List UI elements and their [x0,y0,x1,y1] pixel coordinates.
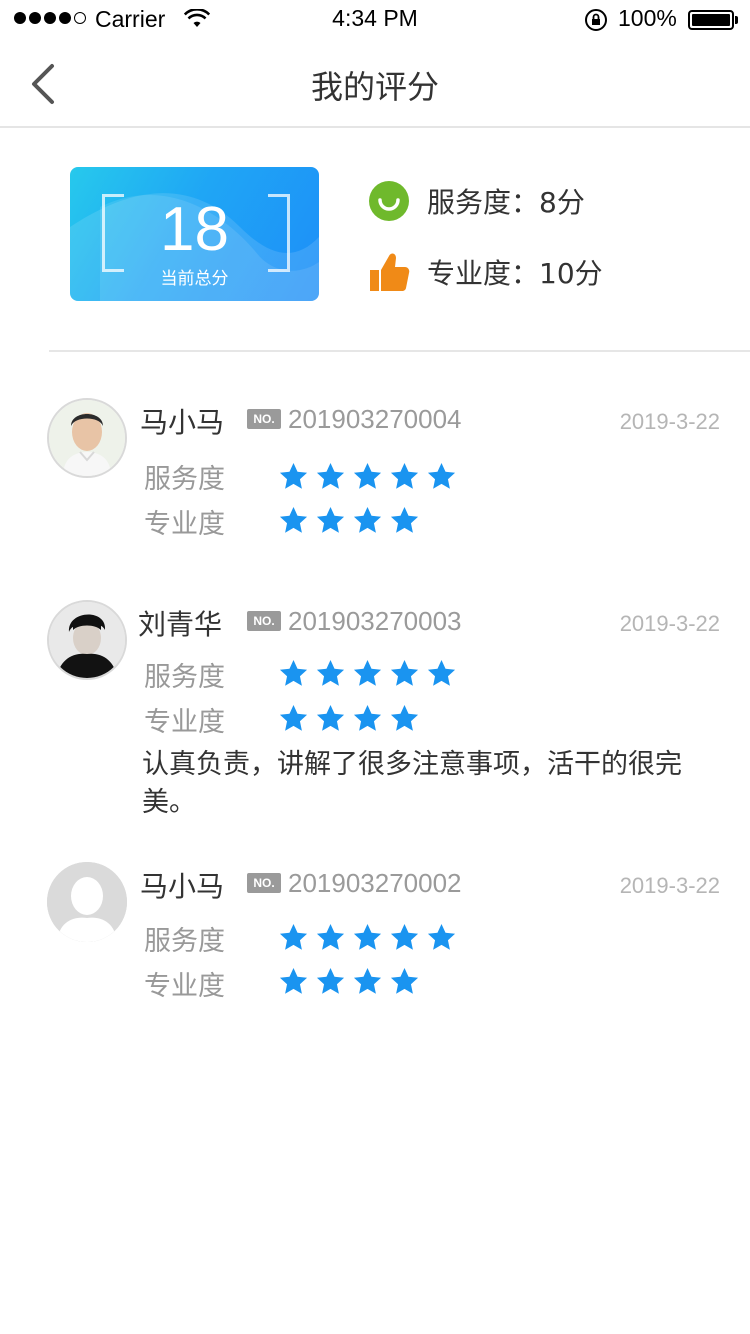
reviewer-name: 马小马 [140,870,225,903]
professional-score: 专业度：10分 [368,250,603,294]
total-score-label: 当前总分 [160,269,229,289]
star-icon [427,462,456,489]
professional-label: 专业度 [144,707,225,738]
star-icon [353,659,382,686]
service-label: 服务度 [144,926,225,957]
status-bar: Carrier 4:34 PM 100% [0,0,750,40]
page-title: 我的评分 [310,68,439,106]
star-icon [353,967,382,994]
number-badge: NO. [247,873,281,893]
star-icon [279,659,308,686]
professional-score-text: 专业度：10分 [427,257,603,290]
star-icon [353,506,382,533]
professional-stars [278,505,420,536]
total-score-card: 18 当前总分 [70,167,319,301]
battery-percent: 100% [618,5,677,31]
navigation-bar: 我的评分 [0,40,750,128]
service-stars [278,461,457,492]
star-icon [390,967,419,994]
professional-label: 专业度 [144,971,225,1002]
reviewer-name: 刘青华 [138,608,223,641]
service-label: 服务度 [144,662,225,693]
star-icon [279,967,308,994]
battery-icon [688,10,734,30]
smile-icon [369,181,409,221]
star-icon [427,923,456,950]
order-number: 201903270002 [288,868,462,898]
number-badge: NO. [247,409,281,429]
number-badge: NO. [247,611,281,631]
star-icon [353,704,382,731]
star-icon [353,462,382,489]
star-icon [316,462,345,489]
star-icon [279,506,308,533]
avatar-placeholder [47,862,127,942]
review-date: 2019-3-22 [619,409,720,434]
service-score: 服务度：8分 [368,179,585,223]
star-icon [390,923,419,950]
professional-label: 专业度 [144,509,225,540]
star-icon [390,704,419,731]
professional-stars [278,966,420,997]
star-icon [390,506,419,533]
default-user-icon [47,862,127,942]
rotation-lock-icon [585,9,607,31]
review-date: 2019-3-22 [619,873,720,898]
order-number: 201903270004 [288,404,462,434]
service-stars [278,922,457,953]
star-icon [316,967,345,994]
star-icon [279,704,308,731]
thumbs-up-icon [370,253,410,291]
review-date: 2019-3-22 [619,611,720,636]
star-icon [279,462,308,489]
avatar [47,398,127,478]
star-icon [316,923,345,950]
review-comment: 认真负责，讲解了很多注意事项，活干的很完美。 [142,749,682,818]
avatar [47,600,127,680]
star-icon [390,659,419,686]
professional-stars [278,703,420,734]
star-icon [316,704,345,731]
service-label: 服务度 [144,464,225,495]
total-score-value: 18 [160,195,229,264]
order-number: 201903270003 [288,606,462,636]
star-icon [279,923,308,950]
star-icon [316,506,345,533]
service-score-text: 服务度：8分 [427,186,585,219]
star-icon [353,923,382,950]
star-icon [316,659,345,686]
star-icon [427,659,456,686]
reviewer-name: 马小马 [140,406,225,439]
service-stars [278,658,457,689]
section-divider [49,350,750,352]
star-icon [390,462,419,489]
battery-tip [735,16,738,24]
